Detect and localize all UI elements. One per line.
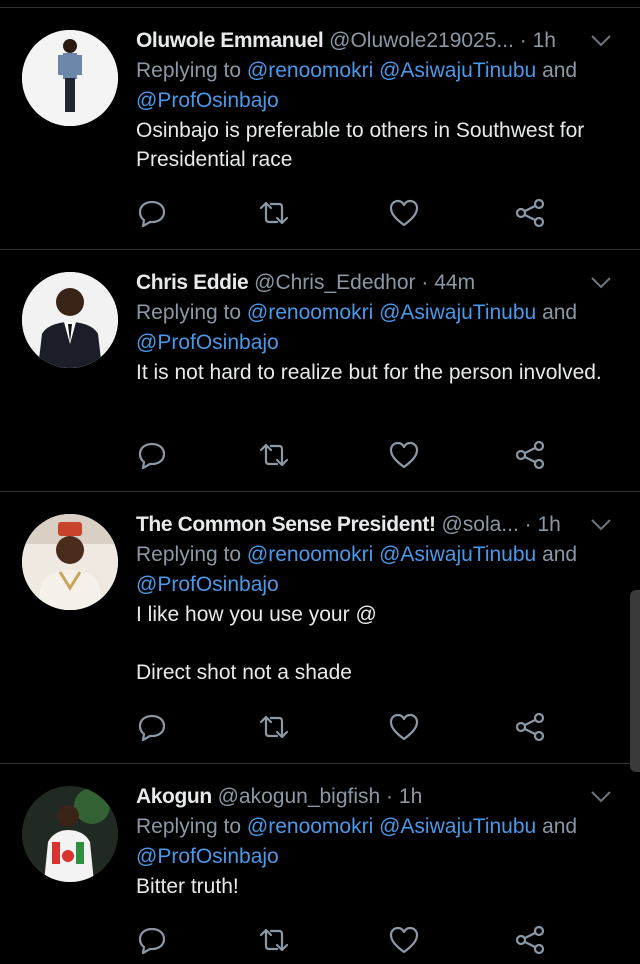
reply-icon[interactable] [136, 711, 168, 743]
avatar-1[interactable] [22, 30, 118, 126]
and-label: and [536, 301, 578, 324]
and-label: and [536, 543, 578, 566]
mention-link[interactable]: @ProfOsinbajo [136, 845, 279, 868]
replying-to-label: Replying to [136, 815, 247, 838]
separator-dot: · [380, 785, 399, 808]
replying-to-label: Replying to [136, 301, 247, 324]
timestamp[interactable]: 1h [533, 29, 556, 52]
reply-icon[interactable] [136, 439, 168, 471]
retweet-icon[interactable] [258, 711, 290, 743]
replying-to-label: Replying to [136, 59, 247, 82]
mention-link[interactable]: @ProfOsinbajo [136, 573, 279, 596]
mention-link[interactable]: @renoomokri [247, 301, 373, 324]
like-icon[interactable] [388, 711, 420, 743]
mention-link[interactable]: @renoomokri [247, 59, 373, 82]
author-handle[interactable]: @sola... [441, 513, 518, 536]
and-label: and [536, 815, 578, 838]
tweet-text: Osinbajo is preferable to others in Sout… [136, 119, 591, 171]
timestamp[interactable]: 1h [537, 513, 560, 536]
chevron-down-icon[interactable] [590, 518, 612, 532]
reply-icon[interactable] [136, 924, 168, 956]
mention-link[interactable]: @ProfOsinbajo [136, 331, 279, 354]
tweet-header: The Common Sense President! @sola... · 1… [136, 510, 612, 540]
chevron-down-icon[interactable] [590, 276, 612, 290]
author-handle[interactable]: @akogun_bigfish [218, 785, 381, 808]
action-bar [136, 924, 556, 956]
like-icon[interactable] [388, 197, 420, 229]
mention-link[interactable]: @AsiwajuTinubu [379, 301, 536, 324]
tweet-header: Akogun @akogun_bigfish · 1h [136, 782, 612, 812]
like-icon[interactable] [388, 439, 420, 471]
avatar-3[interactable] [22, 514, 118, 610]
replying-to-label: Replying to [136, 543, 247, 566]
author-handle[interactable]: @Oluwole219025... [329, 29, 514, 52]
separator-dot: · [513, 29, 533, 52]
mention-link[interactable]: @renoomokri [247, 543, 373, 566]
avatar-2[interactable] [22, 272, 118, 368]
reply-icon[interactable] [136, 197, 168, 229]
mention-link[interactable]: @ProfOsinbajo [136, 89, 279, 112]
separator-dot: · [518, 513, 538, 536]
separator-dot: · [415, 271, 435, 294]
share-icon[interactable] [514, 924, 546, 956]
tweet-header: Oluwole Emmanuel @Oluwole219025... · 1h [136, 26, 612, 56]
share-icon[interactable] [514, 439, 546, 471]
chevron-down-icon[interactable] [590, 790, 612, 804]
action-bar [136, 711, 556, 743]
mention-link[interactable]: @AsiwajuTinubu [379, 815, 536, 838]
mention-link[interactable]: @AsiwajuTinubu [379, 543, 536, 566]
like-icon[interactable] [388, 924, 420, 956]
and-label: and [536, 59, 578, 82]
tweet-text: It is not hard to realize but for the pe… [136, 361, 602, 384]
tweet-text: Bitter truth! [136, 875, 239, 898]
avatar-4[interactable] [22, 786, 118, 882]
tweet-text: I like how you use your @ Direct shot no… [136, 603, 377, 684]
chevron-down-icon[interactable] [590, 34, 612, 48]
share-icon[interactable] [514, 197, 546, 229]
tweet-2[interactable]: Chris Eddie @Chris_Ededhor · 44m Replyin… [0, 250, 640, 492]
timestamp[interactable]: 44m [434, 271, 475, 294]
scrollbar-thumb[interactable] [630, 590, 640, 772]
author-name[interactable]: Oluwole Emmanuel [136, 29, 324, 52]
author-handle[interactable]: @Chris_Ededhor [254, 271, 415, 294]
replying-to: Replying to @renoomokri @AsiwajuTinubu a… [136, 56, 612, 116]
action-bar [136, 439, 556, 471]
replying-to: Replying to @renoomokri @AsiwajuTinubu a… [136, 812, 612, 872]
retweet-icon[interactable] [258, 197, 290, 229]
mention-link[interactable]: @renoomokri [247, 815, 373, 838]
author-name[interactable]: The Common Sense President! [136, 513, 436, 536]
replying-to: Replying to @renoomokri @AsiwajuTinubu a… [136, 298, 612, 358]
author-name[interactable]: Akogun [136, 785, 212, 808]
share-icon[interactable] [514, 711, 546, 743]
retweet-icon[interactable] [258, 924, 290, 956]
mention-link[interactable]: @AsiwajuTinubu [379, 59, 536, 82]
tweet-1[interactable]: Oluwole Emmanuel @Oluwole219025... · 1h … [0, 8, 640, 250]
tweet-header: Chris Eddie @Chris_Ededhor · 44m [136, 268, 612, 298]
tweet-4[interactable]: Akogun @akogun_bigfish · 1h Replying to … [0, 764, 640, 964]
author-name[interactable]: Chris Eddie [136, 271, 249, 294]
timestamp[interactable]: 1h [399, 785, 422, 808]
action-bar [136, 197, 556, 229]
tweet-3[interactable]: The Common Sense President! @sola... · 1… [0, 492, 640, 764]
retweet-icon[interactable] [258, 439, 290, 471]
replying-to: Replying to @renoomokri @AsiwajuTinubu a… [136, 540, 612, 600]
